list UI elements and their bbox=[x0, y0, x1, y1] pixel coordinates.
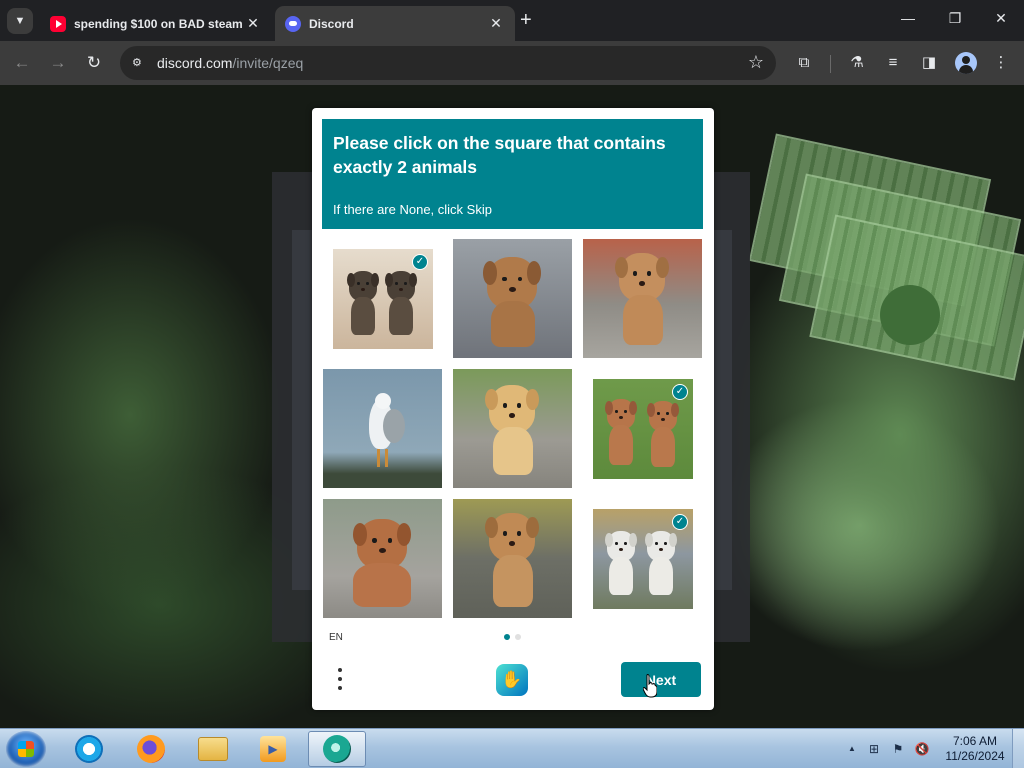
start-button[interactable] bbox=[6, 731, 46, 767]
captcha-cell-9[interactable]: ✓ bbox=[593, 509, 693, 609]
captcha-dialog: Please click on the square that contains… bbox=[312, 108, 714, 710]
show-hidden-icons-icon[interactable]: ▲ bbox=[844, 741, 860, 757]
taskbar-internet-explorer[interactable] bbox=[62, 731, 116, 767]
forward-button[interactable]: → bbox=[46, 51, 70, 75]
captcha-cell-3[interactable] bbox=[583, 239, 702, 358]
menu-dot bbox=[338, 677, 342, 681]
captcha-cell-7[interactable] bbox=[323, 499, 442, 618]
captcha-menu-button[interactable] bbox=[334, 666, 346, 692]
taskbar-media-player[interactable]: ▶ bbox=[246, 731, 300, 767]
seagull-image bbox=[323, 369, 442, 488]
tab-bar: ▼ spending $100 on BAD steam ✕ Discord ✕… bbox=[0, 0, 1024, 41]
chevron-down-icon[interactable]: ▼ bbox=[7, 8, 33, 34]
bookmark-star-icon[interactable]: ☆ bbox=[748, 52, 764, 73]
hcaptcha-logo-icon: ✋ bbox=[496, 664, 528, 696]
selected-check-icon: ✓ bbox=[672, 514, 688, 530]
extensions-icon[interactable]: ⧉ bbox=[793, 52, 815, 74]
captcha-cell-6[interactable]: ✓ bbox=[593, 379, 693, 479]
next-button[interactable]: Next bbox=[621, 662, 701, 697]
puppy-on-bench-image bbox=[453, 499, 572, 618]
captcha-prompt: Please click on the square that contains… bbox=[322, 119, 703, 229]
clock[interactable]: 7:06 AM 11/26/2024 bbox=[940, 734, 1010, 764]
captcha-cell-4[interactable] bbox=[323, 369, 442, 488]
labs-icon[interactable]: ⚗ bbox=[846, 52, 868, 74]
captcha-cell-2[interactable] bbox=[453, 239, 572, 358]
captcha-prompt-subtitle: If there are None, click Skip bbox=[333, 202, 492, 217]
page-dot-active bbox=[504, 634, 510, 640]
show-desktop-button[interactable] bbox=[1012, 729, 1024, 768]
hand-icon: ✋ bbox=[501, 670, 523, 689]
taskbar-firefox[interactable] bbox=[124, 731, 178, 767]
language-selector[interactable]: EN bbox=[329, 632, 343, 643]
maximize-button[interactable]: ❐ bbox=[940, 10, 970, 27]
browser-menu-icon[interactable]: ⋮ bbox=[990, 52, 1012, 74]
volume-muted-icon[interactable]: 🔇 bbox=[914, 741, 930, 757]
reload-button[interactable]: ↻ bbox=[82, 51, 106, 75]
file-explorer-icon bbox=[198, 737, 228, 761]
golden-puppy-image bbox=[453, 369, 572, 488]
page-dot bbox=[515, 634, 521, 640]
bill-portrait-image bbox=[880, 285, 940, 345]
puppy-on-blanket-image bbox=[453, 239, 572, 358]
page-indicator bbox=[504, 634, 521, 640]
tab-title: spending $100 on BAD steam bbox=[74, 16, 243, 31]
menu-dot bbox=[338, 686, 342, 690]
side-panel-icon[interactable]: ◨ bbox=[918, 52, 940, 74]
url-path: /invite/qzeq bbox=[232, 55, 304, 71]
selected-check-icon: ✓ bbox=[672, 384, 688, 400]
clock-date: 11/26/2024 bbox=[945, 749, 1005, 763]
selected-check-icon: ✓ bbox=[412, 254, 428, 270]
taskbar-file-explorer[interactable] bbox=[186, 731, 240, 767]
menu-dot bbox=[338, 668, 342, 672]
action-center-flag-icon[interactable]: ⚑ bbox=[890, 741, 906, 757]
captcha-prompt-title: Please click on the square that contains… bbox=[333, 133, 666, 177]
puppy-outdoors-image bbox=[583, 239, 702, 358]
url-host: discord.com bbox=[157, 55, 233, 71]
fluffy-puppy-image bbox=[323, 499, 442, 618]
system-tray: ▲ ⊞ ⚑ 🔇 7:06 AM 11/26/2024 bbox=[840, 729, 1024, 768]
new-tab-button[interactable]: + bbox=[520, 10, 532, 30]
address-bar[interactable]: ⚙ discord.com/invite/qzeq ☆ bbox=[120, 46, 776, 80]
taskbar-active-app[interactable] bbox=[308, 731, 366, 767]
tab-youtube[interactable]: spending $100 on BAD steam ✕ bbox=[40, 6, 272, 41]
network-icon[interactable]: ⊞ bbox=[866, 741, 882, 757]
windows-taskbar: ▶ ▲ ⊞ ⚑ 🔇 7:06 AM 11/26/2024 bbox=[0, 728, 1024, 768]
close-icon[interactable]: ✕ bbox=[244, 15, 262, 32]
toolbar-divider bbox=[830, 55, 831, 73]
back-button[interactable]: ← bbox=[10, 51, 34, 75]
site-info-icon[interactable]: ⚙ bbox=[132, 56, 148, 70]
hand-cursor-icon bbox=[643, 674, 657, 698]
firefox-icon bbox=[137, 735, 165, 763]
internet-explorer-icon bbox=[75, 735, 103, 763]
url-text[interactable]: discord.com/invite/qzeq bbox=[157, 55, 303, 71]
profile-avatar[interactable] bbox=[955, 52, 977, 74]
captcha-cell-5[interactable] bbox=[453, 369, 572, 488]
tab-title: Discord bbox=[309, 16, 354, 31]
active-app-icon bbox=[323, 735, 351, 763]
captcha-cell-8[interactable] bbox=[453, 499, 572, 618]
browser-toolbar: ← → ↻ ⚙ discord.com/invite/qzeq ☆ ⧉ ⚗ ≡ … bbox=[0, 41, 1024, 85]
clock-time: 7:06 AM bbox=[952, 734, 998, 748]
captcha-cell-1[interactable]: ✓ bbox=[333, 249, 433, 349]
minimize-button[interactable]: — bbox=[893, 10, 923, 26]
discord-icon bbox=[285, 15, 301, 32]
close-icon[interactable]: ✕ bbox=[487, 15, 505, 32]
youtube-icon bbox=[50, 15, 66, 32]
media-control-icon[interactable]: ≡ bbox=[882, 52, 904, 74]
close-window-button[interactable]: ✕ bbox=[986, 10, 1016, 27]
tab-discord[interactable]: Discord ✕ bbox=[275, 6, 515, 41]
media-player-icon: ▶ bbox=[260, 736, 286, 762]
